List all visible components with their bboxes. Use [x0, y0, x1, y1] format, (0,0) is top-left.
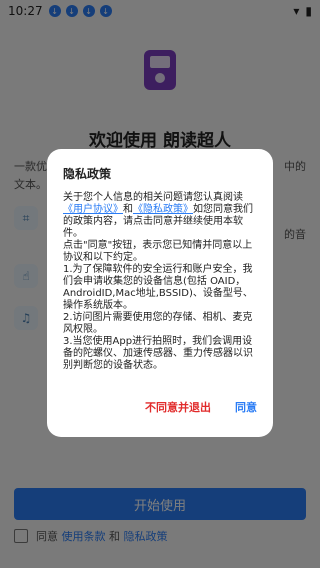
- dialog-text: 2.访问图片需要使用您的存储、相机、麦克风权限。: [63, 312, 253, 335]
- dialog-text: 关于您个人信息的相关问题请您认真阅读: [63, 192, 243, 203]
- dialog-body: 关于您个人信息的相关问题请您认真阅读《用户协议》和《隐私政策》如您同意我们的政策…: [63, 192, 253, 371]
- privacy-dialog: 隐私政策 关于您个人信息的相关问题请您认真阅读《用户协议》和《隐私政策》如您同意…: [47, 149, 273, 437]
- accept-button[interactable]: 同意: [235, 399, 257, 415]
- dialog-actions: 不同意并退出 同意: [63, 399, 257, 415]
- reject-exit-button[interactable]: 不同意并退出: [145, 399, 211, 415]
- dialog-text: 3.当您使用App进行拍照时，我们会调用设备的陀螺仪、加速传感器、重力传感器以识…: [63, 336, 253, 371]
- privacy-policy-link[interactable]: 《隐私政策》: [133, 204, 193, 215]
- dialog-title: 隐私政策: [63, 167, 112, 181]
- dialog-text: 1.为了保障软件的安全运行和账户安全，我们会申请收集您的设备信息(包括 OAID…: [63, 264, 253, 311]
- user-agreement-link[interactable]: 《用户协议》: [63, 204, 123, 215]
- dialog-text: 点击"同意"按钮，表示您已知情并同意以上协议和以下约定。: [63, 240, 253, 263]
